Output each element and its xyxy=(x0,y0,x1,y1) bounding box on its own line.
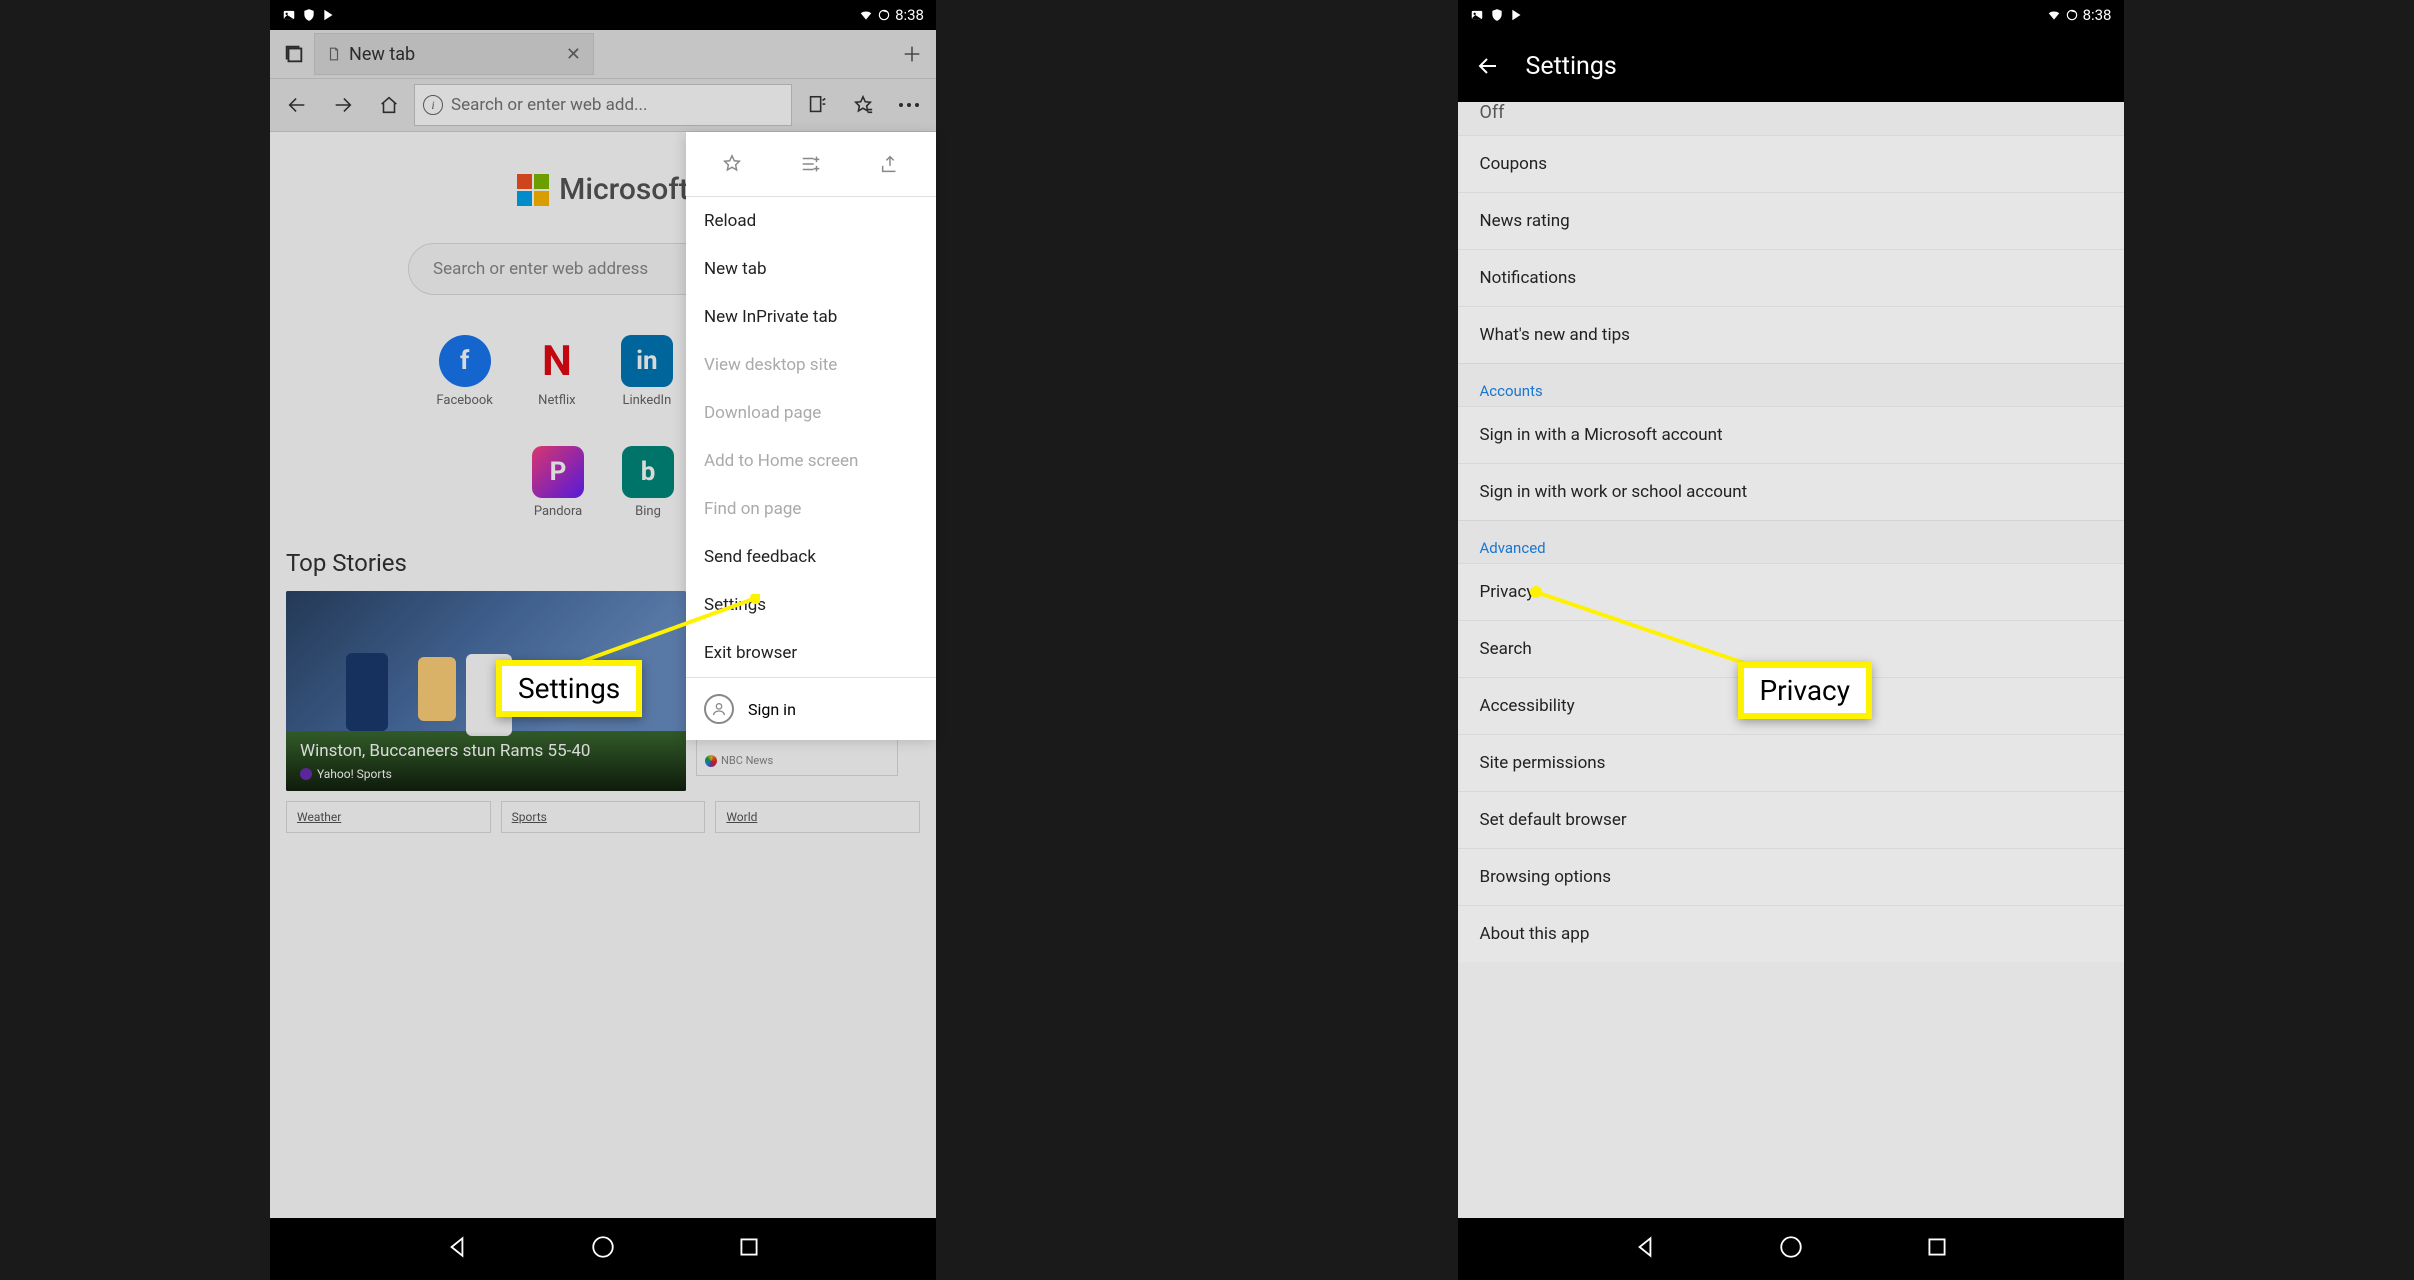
clock-time: 8:38 xyxy=(2083,6,2112,24)
settings-notifications[interactable]: Notifications xyxy=(1458,249,2124,306)
nav-recents[interactable] xyxy=(1924,1234,1950,1264)
collections-icon[interactable] xyxy=(793,146,829,182)
tile-pandora[interactable]: PPandora xyxy=(532,446,584,519)
tile-bing[interactable]: bBing xyxy=(622,446,674,519)
menu-reload[interactable]: Reload xyxy=(686,197,936,245)
android-nav-bar xyxy=(270,1218,936,1280)
menu-add-home[interactable]: Add to Home screen xyxy=(686,437,936,485)
add-favorite-icon[interactable] xyxy=(714,146,750,182)
share-icon[interactable] xyxy=(872,146,908,182)
settings-about[interactable]: About this app xyxy=(1458,905,2124,962)
site-info-icon[interactable]: i xyxy=(423,95,443,115)
category-weather[interactable]: Weather xyxy=(286,801,491,833)
settings-coupons[interactable]: Coupons xyxy=(1458,135,2124,192)
right-panel: 8:38 Settings Off Coupons News rating No… xyxy=(1207,0,2414,1280)
signin-label: Sign in xyxy=(748,700,796,719)
overflow-menu: Reload New tab New InPrivate tab View de… xyxy=(686,132,936,740)
menu-signin[interactable]: Sign in xyxy=(686,678,936,740)
tile-facebook[interactable]: fFacebook xyxy=(436,335,492,408)
category-sports[interactable]: Sports xyxy=(501,801,706,833)
callout-privacy-label: Privacy xyxy=(1760,674,1850,707)
menu-find[interactable]: Find on page xyxy=(686,485,936,533)
avatar-icon xyxy=(704,694,734,724)
device-left: 8:38 New tab ✕ xyxy=(270,0,936,1280)
device-right: 8:38 Settings Off Coupons News rating No… xyxy=(1458,0,2124,1280)
story-source: Yahoo! Sports xyxy=(317,767,392,781)
callout-settings-label: Settings xyxy=(518,672,620,705)
menu-download-page[interactable]: Download page xyxy=(686,389,936,437)
settings-off-value: Off xyxy=(1458,102,2124,135)
tabs-button[interactable] xyxy=(274,34,314,74)
tile-linkedin[interactable]: inLinkedIn xyxy=(621,335,673,408)
settings-signin-work[interactable]: Sign in with work or school account xyxy=(1458,463,2124,520)
brand-text: Microsoft xyxy=(559,172,689,207)
category-world[interactable]: World xyxy=(715,801,920,833)
url-input[interactable] xyxy=(451,95,783,115)
play-store-icon xyxy=(1510,8,1524,22)
url-bar: i xyxy=(270,78,936,132)
callout-settings: Settings xyxy=(496,660,642,717)
story-small-source: NBC News xyxy=(721,754,773,767)
settings-title: Settings xyxy=(1526,52,1617,81)
tab-bar: New tab ✕ xyxy=(270,30,936,78)
tab-close-button[interactable]: ✕ xyxy=(566,44,581,65)
android-nav-bar xyxy=(1458,1218,2124,1280)
menu-settings[interactable]: Settings xyxy=(686,581,936,629)
browser: New tab ✕ i xyxy=(270,30,936,1218)
image-notification-icon xyxy=(282,8,296,22)
url-field[interactable]: i xyxy=(414,84,792,126)
status-bar: 8:38 xyxy=(1458,0,2124,30)
wifi-icon xyxy=(859,8,873,22)
settings-default-browser[interactable]: Set default browser xyxy=(1458,791,2124,848)
menu-feedback[interactable]: Send feedback xyxy=(686,533,936,581)
status-bar: 8:38 xyxy=(270,0,936,30)
menu-new-tab[interactable]: New tab xyxy=(686,245,936,293)
nav-recents[interactable] xyxy=(736,1234,762,1264)
shield-icon xyxy=(1490,8,1504,22)
battery-icon xyxy=(877,8,891,22)
tile-netflix[interactable]: NNetflix xyxy=(531,335,583,408)
new-tab-button[interactable] xyxy=(892,34,932,74)
settings-site-permissions[interactable]: Site permissions xyxy=(1458,734,2124,791)
clock-time: 8:38 xyxy=(895,6,924,24)
home-button[interactable] xyxy=(368,84,410,126)
settings-news-rating[interactable]: News rating xyxy=(1458,192,2124,249)
section-advanced: Advanced xyxy=(1458,520,2124,563)
favorites-button[interactable] xyxy=(842,84,884,126)
settings-browsing-options[interactable]: Browsing options xyxy=(1458,848,2124,905)
tab-new-tab[interactable]: New tab ✕ xyxy=(314,33,594,75)
more-button[interactable] xyxy=(888,84,930,126)
tab-title: New tab xyxy=(349,44,566,65)
settings-signin-microsoft[interactable]: Sign in with a Microsoft account xyxy=(1458,406,2124,463)
settings-header: Settings xyxy=(1458,30,2124,102)
nav-back[interactable] xyxy=(444,1234,470,1264)
play-store-icon xyxy=(322,8,336,22)
menu-desktop-site[interactable]: View desktop site xyxy=(686,341,936,389)
settings-screen: Settings Off Coupons News rating Notific… xyxy=(1458,30,2124,1218)
battery-icon xyxy=(2065,8,2079,22)
menu-inprivate[interactable]: New InPrivate tab xyxy=(686,293,936,341)
shield-icon xyxy=(302,8,316,22)
reading-list-button[interactable] xyxy=(796,84,838,126)
callout-privacy: Privacy xyxy=(1738,662,1872,719)
nav-back[interactable] xyxy=(1632,1234,1658,1264)
nav-home[interactable] xyxy=(1778,1234,1804,1264)
section-accounts: Accounts xyxy=(1458,363,2124,406)
wifi-icon xyxy=(2047,8,2061,22)
back-button[interactable] xyxy=(1474,52,1502,80)
back-button[interactable] xyxy=(276,84,318,126)
settings-whats-new[interactable]: What's new and tips xyxy=(1458,306,2124,363)
menu-exit[interactable]: Exit browser xyxy=(686,629,936,677)
search-placeholder: Search or enter web address xyxy=(433,259,648,279)
left-panel: 8:38 New tab ✕ xyxy=(0,0,1207,1280)
settings-list[interactable]: Off Coupons News rating Notifications Wh… xyxy=(1458,102,2124,1218)
page-icon xyxy=(327,47,341,61)
story-headline: Winston, Buccaneers stun Rams 55-40 xyxy=(300,741,672,761)
image-notification-icon xyxy=(1470,8,1484,22)
settings-privacy[interactable]: Privacy xyxy=(1458,563,2124,620)
nav-home[interactable] xyxy=(590,1234,616,1264)
forward-button[interactable] xyxy=(322,84,364,126)
